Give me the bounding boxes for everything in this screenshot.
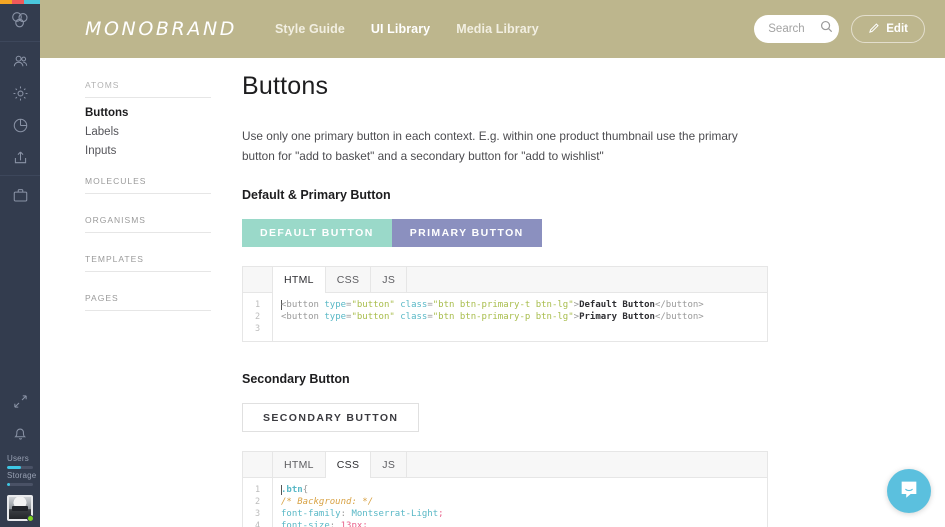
rail-item-projects[interactable]: [0, 182, 40, 214]
top-header: MONOBRAND Style Guide UI Library Media L…: [40, 0, 945, 58]
subnav-section-templates-title[interactable]: TEMPLATES: [85, 254, 211, 272]
code-body-css: 1 2 3 4 5 6 7 .btn{ /* Background: */ fo…: [243, 478, 767, 527]
rail-item-upload[interactable]: [0, 144, 40, 176]
code-tab-css-2[interactable]: CSS: [326, 452, 372, 478]
status-badge-online: [27, 515, 34, 522]
code-gutter-css: 1 2 3 4 5 6 7: [243, 478, 273, 527]
subnav-item-labels[interactable]: Labels: [85, 126, 211, 138]
code-tabs-html-block: HTML CSS JS: [243, 267, 767, 293]
gear-icon: [12, 85, 29, 107]
code-body-html: 1 2 3 <button type="button" class="btn b…: [243, 293, 767, 341]
subnav-section-organisms-title[interactable]: ORGANISMS: [85, 215, 211, 233]
code-tab-html-2[interactable]: HTML: [273, 452, 326, 477]
app-logo[interactable]: [0, 4, 40, 42]
expand-arrows-icon: [12, 393, 29, 415]
search-input[interactable]: [768, 23, 820, 35]
subnav-item-inputs[interactable]: Inputs: [85, 145, 211, 157]
briefcase-icon: [12, 187, 29, 209]
rail-item-fullscreen[interactable]: [0, 388, 40, 420]
users-icon: [12, 53, 29, 75]
code-tab-css[interactable]: CSS: [326, 267, 372, 292]
button-demo-row-primary: Default Button Primary Button: [242, 219, 802, 247]
meter-storage: Storage: [0, 471, 40, 486]
line-number: 1: [243, 484, 272, 496]
rail-item-notifications[interactable]: [0, 420, 40, 452]
rail-item-users[interactable]: [0, 48, 40, 80]
brand-wordmark[interactable]: MONOBRAND: [85, 18, 237, 40]
edit-button-label: Edit: [886, 23, 908, 35]
nav-item-ui-library[interactable]: UI Library: [371, 22, 430, 36]
nav-item-style-guide[interactable]: Style Guide: [275, 22, 345, 36]
line-number: 1: [243, 299, 272, 311]
line-number: 4: [243, 520, 272, 527]
nav-item-media-library[interactable]: Media Library: [456, 22, 539, 36]
bell-icon: [12, 425, 29, 447]
subnav-item-buttons[interactable]: Buttons: [85, 107, 211, 119]
button-demo-row-secondary: Secondary Button: [242, 403, 802, 432]
code-content-html[interactable]: <button type="button" class="btn btn-pri…: [273, 293, 767, 341]
code-tabs-css-block: HTML CSS JS: [243, 452, 767, 478]
rail-item-analytics[interactable]: [0, 112, 40, 144]
code-tab-html[interactable]: HTML: [273, 267, 326, 293]
secondary-button[interactable]: Secondary Button: [242, 403, 419, 432]
meter-users-label: Users: [7, 454, 33, 463]
search-icon[interactable]: [820, 20, 833, 38]
left-icon-rail: Users Storage: [0, 0, 40, 527]
avatar[interactable]: [7, 495, 33, 521]
code-content-css[interactable]: .btn{ /* Background: */ font-family: Mon…: [273, 478, 767, 527]
page-description: Use only one primary button in each cont…: [242, 126, 767, 166]
rail-bottom-items: Users Storage: [0, 388, 40, 527]
line-number: 2: [243, 496, 272, 508]
pencil-icon: [868, 22, 880, 37]
default-button[interactable]: Default Button: [242, 219, 392, 247]
rail-primary-items: [0, 42, 40, 214]
upload-icon: [12, 149, 29, 171]
code-block-html: HTML CSS JS 1 2 3 <button type="button" …: [242, 266, 768, 342]
code-tab-js-2[interactable]: JS: [371, 452, 407, 477]
main-nav: Style Guide UI Library Media Library: [275, 22, 539, 36]
edit-button[interactable]: Edit: [851, 15, 925, 43]
code-gutter-html: 1 2 3: [243, 293, 273, 341]
code-block-css: HTML CSS JS 1 2 3 4 5 6 7 .btn{ /* Backg…: [242, 451, 768, 527]
avatar-sunglasses: [12, 506, 28, 511]
code-tabs-gutter-pad: [243, 267, 273, 292]
chat-bubble-icon: [898, 478, 920, 505]
page-title: Buttons: [242, 72, 802, 101]
line-number: 3: [243, 323, 272, 335]
meter-users-fill: [7, 466, 21, 469]
meter-users: Users: [0, 454, 40, 469]
meter-storage-label: Storage: [7, 471, 33, 480]
code-tab-js[interactable]: JS: [371, 267, 407, 292]
section-heading-default-primary: Default & Primary Button: [242, 188, 802, 202]
line-number: 2: [243, 311, 272, 323]
meter-users-track: [7, 466, 33, 469]
code-tabs-gutter-pad: [243, 452, 273, 477]
header-actions: Edit: [754, 15, 925, 43]
main-content: Buttons Use only one primary button in e…: [242, 72, 802, 527]
meter-storage-fill: [7, 483, 10, 486]
search-box[interactable]: [754, 15, 839, 43]
subnav-section-pages-title[interactable]: PAGES: [85, 293, 211, 311]
subnav-section-molecules-title[interactable]: MOLECULES: [85, 176, 211, 194]
pie-chart-icon: [12, 117, 29, 139]
subnav-section-atoms-title: ATOMS: [85, 80, 211, 98]
meter-storage-track: [7, 483, 33, 486]
rail-item-settings[interactable]: [0, 80, 40, 112]
library-subnav: ATOMS Buttons Labels Inputs MOLECULES OR…: [85, 80, 211, 320]
line-number: 3: [243, 508, 272, 520]
section-heading-secondary: Secondary Button: [242, 372, 802, 386]
chat-launcher-button[interactable]: [887, 469, 931, 513]
overlapping-circles-logo-icon: [10, 11, 30, 34]
primary-button[interactable]: Primary Button: [392, 219, 542, 247]
